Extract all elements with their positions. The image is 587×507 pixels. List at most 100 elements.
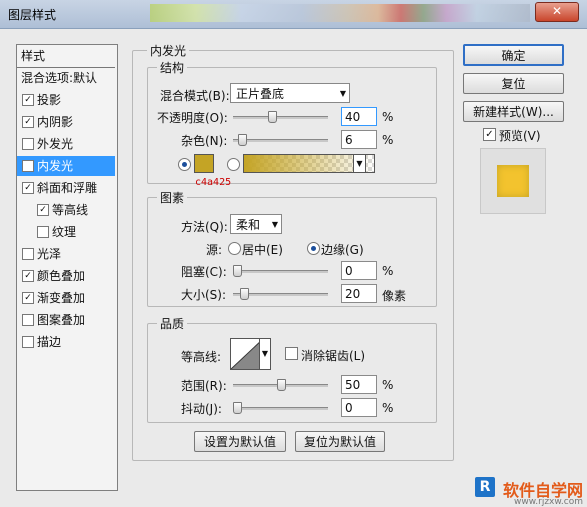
choke-slider-thumb[interactable] (233, 265, 242, 277)
styles-item[interactable]: ✓ 内发光 (17, 156, 115, 176)
watermark-url: www.rjzxw.com (514, 497, 583, 507)
source-edge-radio[interactable] (307, 242, 320, 255)
noise-slider[interactable] (233, 134, 328, 146)
size-slider-thumb[interactable] (240, 288, 249, 300)
new-style-button[interactable]: 新建样式(W)... (463, 101, 564, 122)
range-input[interactable]: 50 (341, 375, 377, 394)
styles-item-checkbox[interactable]: ✓ (22, 182, 34, 194)
styles-item-checkbox[interactable] (22, 314, 34, 326)
opacity-input[interactable]: 40 (341, 107, 377, 126)
size-slider[interactable] (233, 288, 328, 300)
glow-color-swatch[interactable] (194, 154, 214, 173)
size-label: 大小(S): (181, 288, 227, 302)
styles-item-checkbox[interactable]: ✓ (37, 204, 49, 216)
range-unit: % (382, 378, 394, 392)
background-strip (150, 4, 530, 22)
blend-mode-value: 正片叠底 (236, 87, 285, 101)
styles-item-checkbox[interactable]: ✓ (22, 270, 34, 282)
styles-item-label: 等高线 (52, 203, 89, 217)
method-value: 柔和 (236, 218, 261, 232)
styles-item[interactable]: ✓ 渐变叠加 (17, 288, 115, 308)
preview-swatch (497, 165, 529, 197)
method-label: 方法(Q): (181, 220, 228, 234)
watermark: 软件自学网 www.rjzxw.com (503, 477, 583, 507)
styles-item-label: 混合选项:默认 (21, 71, 98, 85)
jitter-slider[interactable] (233, 402, 328, 414)
set-default-button[interactable]: 设置为默认值 (194, 431, 286, 452)
styles-item[interactable]: 纹理 (17, 222, 115, 242)
styles-item-checkbox[interactable] (37, 226, 49, 238)
styles-item[interactable]: 图案叠加 (17, 310, 115, 330)
antialias-label: 消除锯齿(L) (301, 349, 366, 363)
blend-mode-dropdown[interactable]: 正片叠底 ▼ (230, 83, 350, 103)
reset-button[interactable]: 复位 (463, 73, 564, 94)
noise-slider-thumb[interactable] (238, 134, 247, 146)
noise-label: 杂色(N): (181, 134, 228, 148)
styles-item-checkbox[interactable] (22, 248, 34, 260)
styles-item[interactable]: ✓ 颜色叠加 (17, 266, 115, 286)
styles-item[interactable]: ✓ 内阴影 (17, 112, 115, 132)
gradient-radio[interactable] (227, 158, 240, 171)
styles-item-checkbox[interactable]: ✓ (22, 94, 34, 106)
source-edge-label: 边缘(G) (321, 243, 364, 257)
styles-item[interactable]: 混合选项:默认 (17, 68, 115, 88)
styles-item-checkbox[interactable]: ✓ (22, 292, 34, 304)
choke-label: 阻塞(C): (181, 265, 227, 279)
opacity-slider[interactable] (233, 111, 328, 123)
styles-item-checkbox[interactable] (22, 138, 34, 150)
styles-item-label: 颜色叠加 (37, 269, 86, 283)
styles-item[interactable]: ✓ 斜面和浮雕 (17, 178, 115, 198)
close-button[interactable]: ✕ (535, 2, 579, 22)
reset-default-button[interactable]: 复位为默认值 (295, 431, 385, 452)
structure-title: 结构 (157, 59, 188, 76)
styles-item[interactable]: 描边 (17, 332, 115, 352)
source-label: 源: (206, 243, 223, 257)
opacity-slider-thumb[interactable] (268, 111, 277, 123)
style-preview (480, 148, 546, 214)
size-unit: 像素 (382, 289, 407, 303)
blend-mode-label: 混合模式(B): (160, 89, 230, 103)
styles-item-checkbox[interactable]: ✓ (22, 160, 34, 172)
title-bar: 图层样式 (0, 0, 587, 29)
styles-item[interactable]: ✓ 等高线 (17, 200, 115, 220)
styles-item[interactable]: 光泽 (17, 244, 115, 264)
size-input[interactable]: 20 (341, 284, 377, 303)
method-dropdown[interactable]: 柔和 ▼ (230, 214, 282, 234)
noise-input[interactable]: 6 (341, 130, 377, 149)
opacity-label: 不透明度(O): (157, 111, 228, 125)
preview-checkbox[interactable]: ✓ (483, 128, 496, 141)
styles-item-checkbox[interactable] (22, 336, 34, 348)
contour-label: 等高线: (181, 350, 222, 364)
antialias-checkbox[interactable] (285, 347, 298, 360)
styles-list: 样式 混合选项:默认 ✓ 投影 ✓ 内阴影 外发光 ✓ 内发光 ✓ 斜面和浮雕 ✓ 等高线 纹理 光泽 ✓ 颜… (16, 44, 118, 491)
styles-item-label: 内阴影 (37, 115, 74, 129)
choke-unit: % (382, 264, 394, 278)
source-center-label: 居中(E) (242, 243, 283, 257)
styles-item[interactable]: 外发光 (17, 134, 115, 154)
styles-item-label: 描边 (37, 335, 62, 349)
jitter-slider-thumb[interactable] (233, 402, 242, 414)
ok-button[interactable]: 确定 (463, 44, 564, 66)
chevron-down-icon: ▼ (271, 220, 278, 229)
inner-glow-title: 内发光 (147, 42, 190, 59)
solid-color-radio[interactable] (178, 158, 191, 171)
styles-item-checkbox[interactable]: ✓ (22, 116, 34, 128)
window-title: 图层样式 (8, 8, 57, 22)
opacity-unit: % (382, 110, 394, 124)
source-center-radio[interactable] (228, 242, 241, 255)
styles-item-label: 内发光 (37, 159, 74, 173)
noise-unit: % (382, 133, 394, 147)
elements-title: 图素 (157, 189, 188, 206)
quality-title: 品质 (157, 315, 188, 332)
styles-header: 样式 (17, 45, 115, 68)
styles-item[interactable]: ✓ 投影 (17, 90, 115, 110)
styles-item-label: 外发光 (37, 137, 74, 151)
contour-dropdown-icon[interactable]: ▼ (259, 338, 271, 370)
choke-input[interactable]: 0 (341, 261, 377, 280)
range-slider[interactable] (233, 379, 328, 391)
choke-slider[interactable] (233, 265, 328, 277)
range-slider-thumb[interactable] (277, 379, 286, 391)
styles-item-label: 斜面和浮雕 (37, 181, 98, 195)
jitter-input[interactable]: 0 (341, 398, 377, 417)
gradient-dropdown-icon[interactable]: ▼ (353, 154, 366, 173)
